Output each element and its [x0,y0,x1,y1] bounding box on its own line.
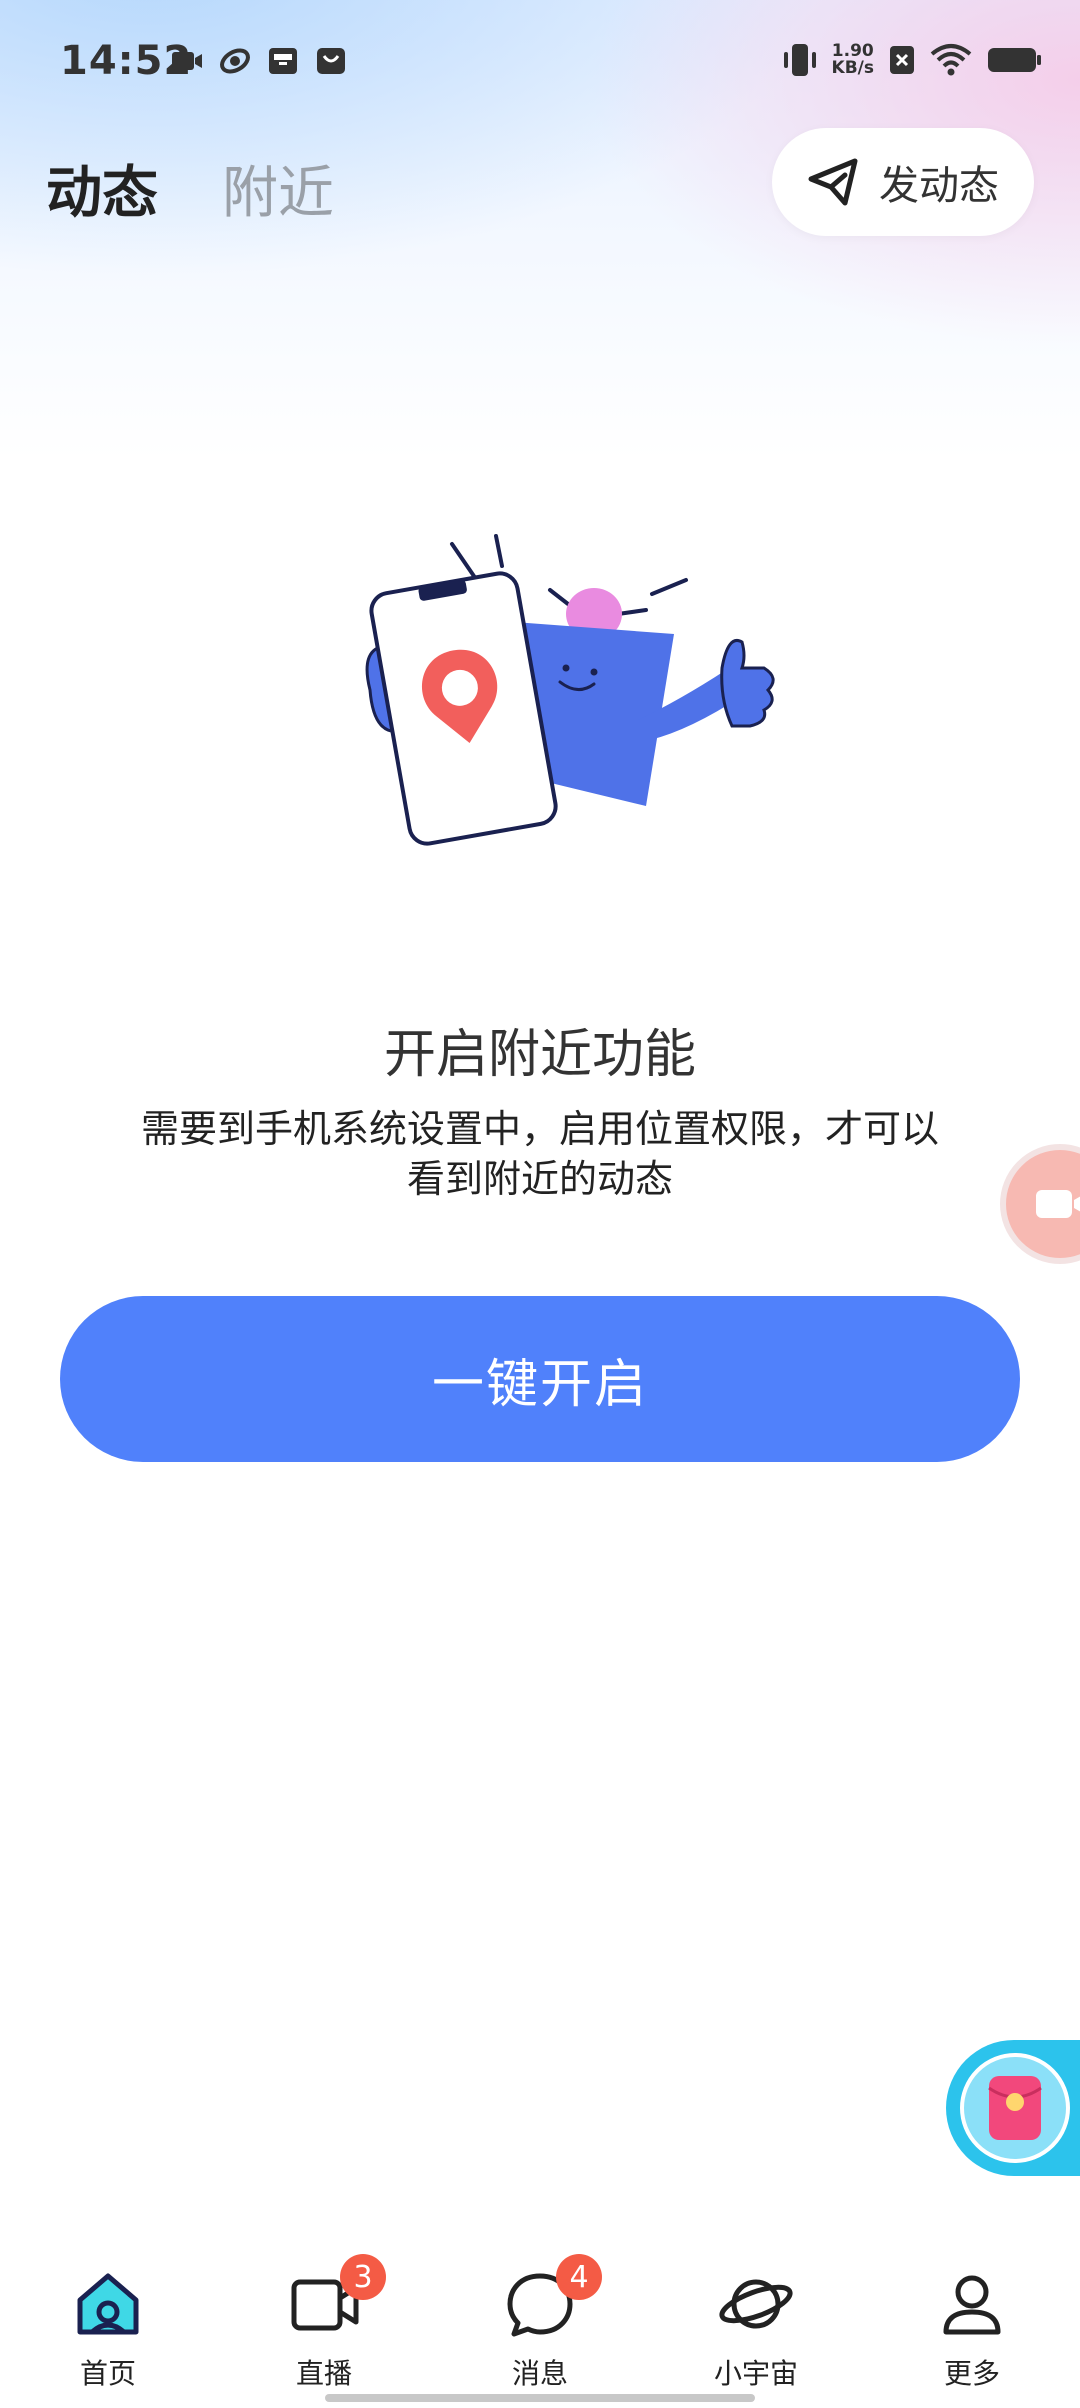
tab-nearby[interactable]: 附近 [222,148,334,229]
status-bar: 14:52 1.90 KB/s [0,0,1080,120]
vibrate-icon [783,44,816,76]
live-badge: 3 [340,2254,386,2300]
planet-icon [719,2279,793,2329]
nav-label-home: 首页 [79,2357,136,2390]
network-speed: 1.90 KB/s [832,43,874,77]
status-app-icons [170,44,348,78]
status-right-icons: 1.90 KB/s [782,40,1042,80]
floating-red-packet-widget[interactable] [946,2040,1080,2176]
message-icon-wrap: 4 [502,2254,602,2342]
nav-item-more[interactable]: 更多 [892,2266,1052,2392]
nav-item-universe[interactable]: 小宇宙 [676,2266,836,2392]
post-button-label: 发动态 [879,163,999,209]
nav-item-home[interactable]: 首页 [28,2266,188,2392]
post-button[interactable]: 发动态 [772,128,1034,236]
nav-item-messages[interactable]: 4 消息 [460,2254,620,2392]
home-icon [77,2273,139,2335]
nav-label-messages: 消息 [511,2357,568,2390]
location-phone-illustration [365,534,775,846]
nav-label-live: 直播 [295,2357,352,2390]
nav-item-live[interactable]: 3 直播 [244,2254,404,2392]
empty-state-description: 需要到手机系统设置中，启用位置权限，才可以看到附近的动态 [140,1107,939,1201]
messages-badge: 4 [556,2254,602,2300]
live-video-icon-wrap: 3 [286,2254,386,2342]
enable-button-label: 一键开启 [431,1354,648,1415]
home-indicator[interactable] [325,2394,755,2402]
net-speed-unit: KB/s [831,58,874,78]
video-camera-icon [1036,1190,1080,1218]
enable-location-button[interactable]: 一键开启 [60,1296,1020,1462]
nav-label-universe: 小宇宙 [713,2357,798,2390]
profile-icon [943,2275,1001,2335]
video-call-icon [172,52,202,70]
nav-label-more: 更多 [943,2357,1000,2390]
empty-state-title: 开启附近功能 [383,1025,696,1085]
red-packet-badge [960,2053,1070,2163]
game-icon [220,48,250,74]
tab-dynamic[interactable]: 动态 [46,148,158,229]
send-icon [808,158,858,206]
red-packet-icon [988,2076,1042,2140]
wifi-icon [930,44,972,76]
inbox-icon [269,48,297,74]
battery-icon [988,48,1041,72]
floating-video-widget[interactable] [1000,1144,1080,1264]
shopping-bag-icon [317,48,345,74]
bottom-navigation: 首页 3 直播 4 消息 小宇宙 更多 [0,2250,1080,2408]
no-sim-icon [890,46,914,74]
